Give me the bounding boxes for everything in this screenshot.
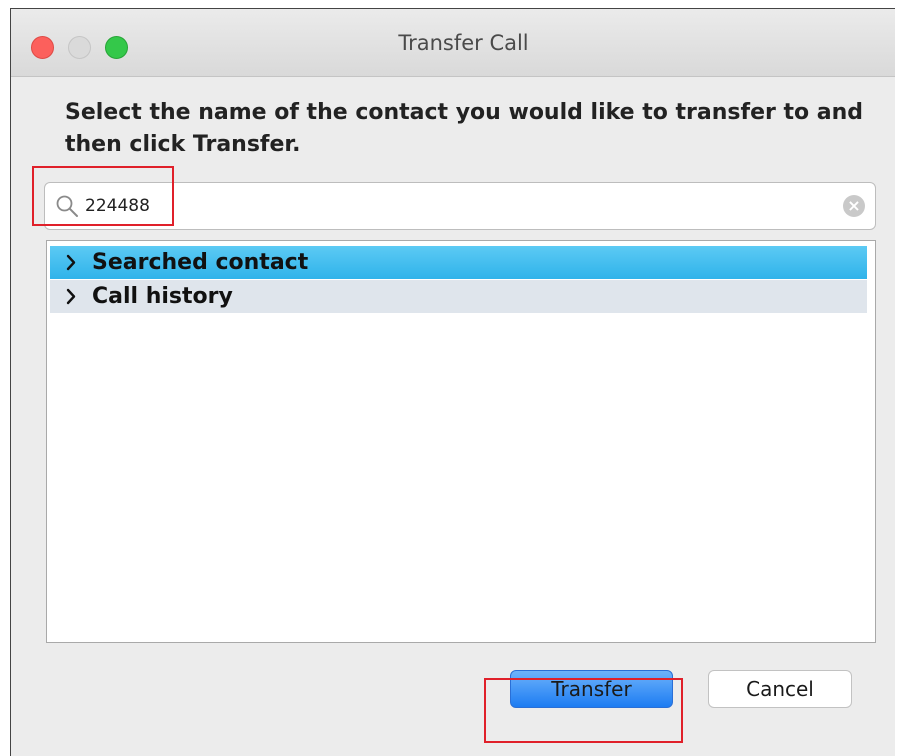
- transfer-call-window: Transfer Call Select the name of the con…: [10, 8, 895, 756]
- list-item-label: Call history: [92, 284, 233, 309]
- chevron-right-icon[interactable]: [64, 280, 80, 313]
- instruction-text: Select the name of the contact you would…: [65, 100, 864, 157]
- chevron-right-icon[interactable]: [64, 246, 80, 279]
- search-input[interactable]: [85, 192, 825, 220]
- window-title: Transfer Call: [398, 31, 529, 55]
- transfer-highlight-box: [484, 678, 683, 743]
- search-highlight-box: [32, 166, 174, 226]
- title-bar[interactable]: Transfer Call: [11, 9, 895, 77]
- list-item-call-history[interactable]: Call history: [50, 280, 867, 313]
- list-item-searched-contact[interactable]: Searched contact: [50, 246, 867, 279]
- cancel-button[interactable]: Cancel: [708, 670, 852, 708]
- clear-icon[interactable]: ×: [843, 195, 865, 217]
- contact-list: Searched contact Call history: [46, 240, 876, 643]
- list-item-label: Searched contact: [92, 250, 309, 275]
